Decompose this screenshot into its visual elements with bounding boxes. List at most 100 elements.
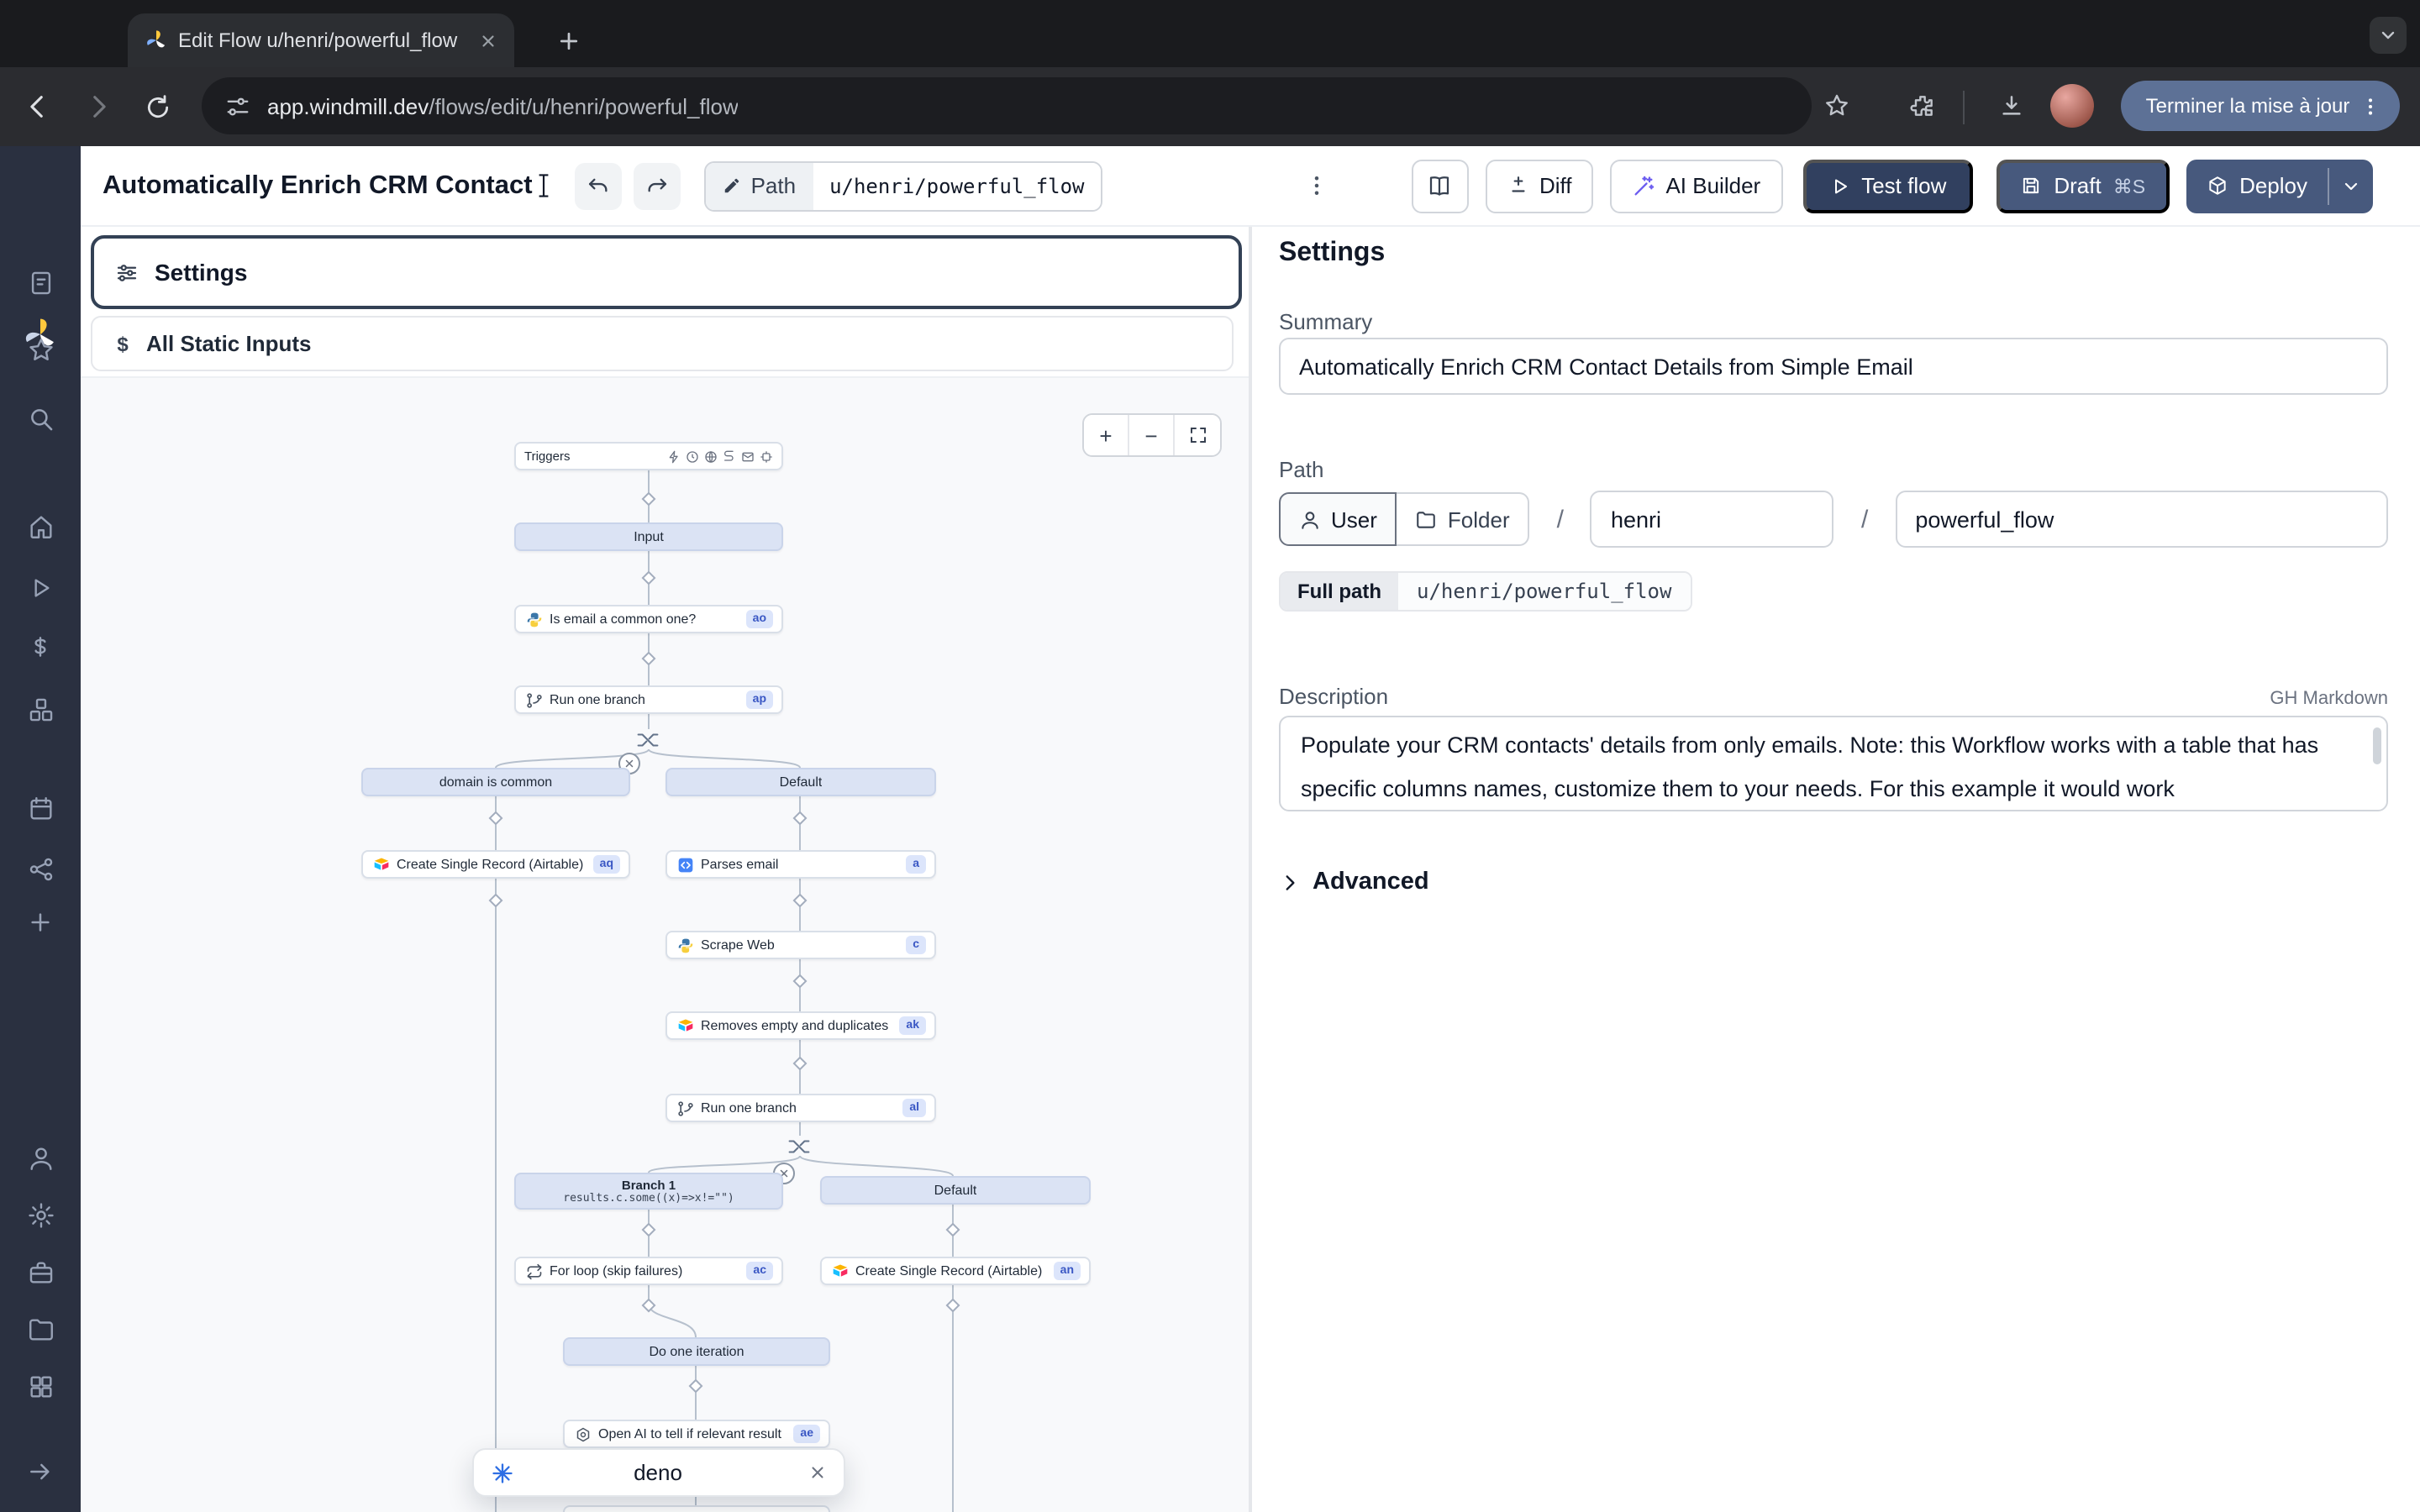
flow-step-for-loop[interactable]: For loop (skip failures) ac: [514, 1257, 783, 1285]
path-separator: /: [1861, 505, 1868, 533]
toolbar-divider: [1963, 91, 1965, 124]
sidebar-resources-blocks-icon[interactable]: [20, 689, 60, 729]
sidebar-workspace-toolbox-icon[interactable]: [20, 1252, 60, 1292]
diff-icon: [1507, 175, 1529, 197]
sliders-icon: [114, 260, 139, 285]
sidebar-favorites-star-icon[interactable]: [20, 329, 60, 370]
draft-shortcut: ⌘S: [2113, 174, 2145, 197]
save-icon: [2020, 175, 2042, 197]
deploy-button[interactable]: Deploy: [2186, 159, 2328, 213]
url-text: app.windmill.dev/flows/edit/u/henri/powe…: [267, 93, 739, 118]
airtable-icon: [830, 1262, 849, 1280]
more-options-kebab-icon[interactable]: [1297, 162, 1338, 209]
flow-left-panel: Settings $ All Static Inputs: [81, 227, 1250, 1512]
flow-step-removes-empty[interactable]: Removes empty and duplicates ak: [666, 1011, 936, 1040]
site-settings-icon[interactable]: [225, 93, 250, 118]
path-control[interactable]: Path u/henri/powerful_flow: [704, 160, 1103, 211]
docs-book-button[interactable]: [1412, 159, 1469, 213]
flow-graph-canvas[interactable]: + − Triggers Input Is email a: [81, 376, 1249, 1512]
sidebar-expand-arrow-icon[interactable]: [20, 1452, 60, 1492]
flow-branch-domain-node[interactable]: domain is common: [361, 768, 630, 796]
browser-update-button[interactable]: Terminer la mise à jour: [2121, 81, 2400, 131]
forward-button[interactable]: [74, 83, 121, 130]
sidebar-apps-grid-icon[interactable]: [20, 1366, 60, 1406]
sidebar-add-plus-icon[interactable]: [20, 902, 60, 942]
dollar-icon: $: [114, 332, 131, 355]
browser-tab[interactable]: Edit Flow u/henri/powerful_flow: [128, 13, 514, 67]
back-button[interactable]: [13, 83, 60, 130]
fit-view-button[interactable]: [1175, 415, 1220, 455]
all-static-inputs-item[interactable]: $ All Static Inputs: [91, 316, 1234, 371]
flow-step-open-ai[interactable]: Open AI to tell if relevant result ae: [563, 1420, 830, 1448]
flow-step-partial[interactable]: [563, 1505, 830, 1512]
full-path-value: u/henri/powerful_flow: [1398, 573, 1690, 610]
reload-button[interactable]: [134, 83, 182, 130]
flow-step-create-record-left[interactable]: Create Single Record (Airtable) aq: [361, 850, 630, 879]
flow-branch-one-node[interactable]: Branch 1 results.c.some((x)=>x!=""): [514, 1173, 783, 1210]
extensions-icon[interactable]: [1902, 86, 1943, 126]
description-label: Description: [1279, 684, 1388, 709]
flow-settings-item[interactable]: Settings: [91, 235, 1242, 309]
flow-do-one-iteration-node[interactable]: Do one iteration: [563, 1337, 830, 1366]
flow-step-run-one-branch-bottom[interactable]: Run one branch al: [666, 1094, 936, 1122]
path-label: Path: [751, 173, 797, 198]
flow-input-node[interactable]: Input: [514, 522, 783, 551]
flow-branch-default-bottom-node[interactable]: Default: [820, 1176, 1091, 1205]
test-flow-button[interactable]: Test flow: [1802, 159, 1973, 213]
path-value: u/henri/powerful_flow: [813, 162, 1101, 209]
sidebar-runs-play-icon[interactable]: [20, 568, 60, 608]
settings-title: Settings: [1279, 239, 2388, 269]
openai-icon: [573, 1425, 592, 1443]
kebab-menu-icon: [2360, 95, 2381, 117]
flow-step-is-email[interactable]: Is email a common one? ao: [514, 605, 783, 633]
flow-step-create-record-right[interactable]: Create Single Record (Airtable) an: [820, 1257, 1091, 1285]
sidebar-home-icon[interactable]: [20, 506, 60, 546]
flow-step-scrape-web[interactable]: Scrape Web c: [666, 931, 936, 959]
summary-input[interactable]: [1279, 338, 2388, 395]
description-textarea[interactable]: Populate your CRM contacts' details from…: [1279, 716, 2388, 811]
path-kind-folder-button[interactable]: Folder: [1397, 492, 1530, 546]
script-code-icon: [676, 855, 694, 874]
browser-toolbar: app.windmill.dev/flows/edit/u/henri/powe…: [0, 67, 2420, 146]
windmill-favicon-icon: [145, 29, 168, 52]
close-icon[interactable]: [802, 1457, 832, 1488]
sidebar-workers-network-icon[interactable]: [20, 848, 60, 889]
sidebar-folders-icon[interactable]: [20, 1309, 60, 1349]
sidebar-user-icon[interactable]: [20, 1137, 60, 1178]
user-icon: [1299, 508, 1321, 530]
sidebar-settings-gear-icon[interactable]: [20, 1194, 60, 1235]
sidebar-schedules-calendar-icon[interactable]: [20, 788, 60, 828]
deploy-dropdown-chevron[interactable]: [2329, 159, 2373, 213]
undo-button[interactable]: [575, 162, 622, 209]
flow-step-run-one-branch-top[interactable]: Run one branch ap: [514, 685, 783, 714]
flow-title[interactable]: Automatically Enrich CRM Contact: [103, 171, 533, 201]
sidebar-runs-icon[interactable]: [20, 262, 60, 302]
advanced-toggle[interactable]: Advanced: [1279, 869, 2388, 895]
bookmark-star-icon[interactable]: [1817, 86, 1857, 126]
path-name-input[interactable]: [1895, 491, 2388, 548]
draft-button[interactable]: Draft ⌘S: [1996, 159, 2169, 213]
diff-button[interactable]: Diff: [1486, 159, 1594, 213]
language-popup: deno: [472, 1448, 845, 1497]
zoom-out-button[interactable]: −: [1129, 415, 1175, 455]
new-tab-button[interactable]: [548, 20, 588, 60]
flow-triggers-node[interactable]: Triggers: [514, 442, 783, 470]
chip-icon: [760, 449, 773, 463]
flow-branch-default-top-node[interactable]: Default: [666, 768, 936, 796]
sidebar-search-icon[interactable]: [20, 398, 60, 438]
tab-search-button[interactable]: [2370, 17, 2407, 54]
sidebar-variables-dollar-icon[interactable]: [20, 627, 60, 667]
airtable-icon: [676, 1016, 694, 1035]
ai-builder-button[interactable]: AI Builder: [1610, 159, 1782, 213]
redo-button[interactable]: [634, 162, 681, 209]
download-icon[interactable]: [1991, 86, 2032, 126]
chevron-right-icon: [1279, 871, 1301, 893]
zoom-in-button[interactable]: +: [1084, 415, 1129, 455]
flow-step-parses-email[interactable]: Parses email a: [666, 850, 936, 879]
path-owner-input[interactable]: [1591, 491, 1834, 548]
scrollbar-thumb[interactable]: [2373, 727, 2381, 764]
tab-close-icon[interactable]: [474, 27, 501, 54]
address-bar[interactable]: app.windmill.dev/flows/edit/u/henri/powe…: [202, 77, 1812, 134]
profile-avatar[interactable]: [2050, 84, 2094, 128]
path-kind-user-button[interactable]: User: [1279, 492, 1397, 546]
